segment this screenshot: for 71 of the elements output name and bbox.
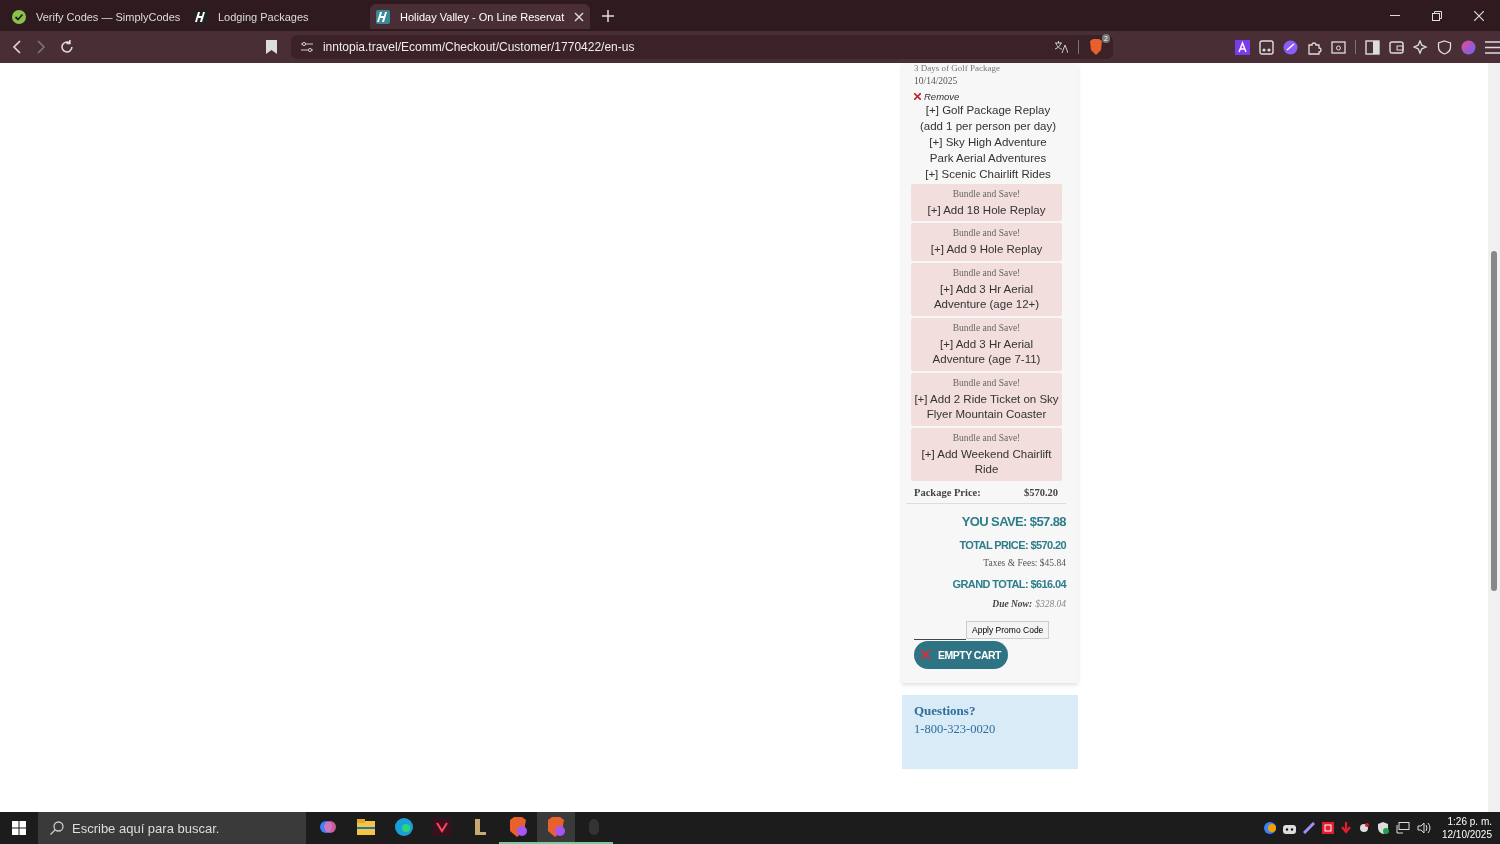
- close-icon: [914, 93, 921, 100]
- add-on-link[interactable]: [+] Sky High Adventure Park Aerial Adventures: [914, 135, 1066, 166]
- package-price-label: Package Price:: [914, 486, 981, 498]
- close-icon[interactable]: [574, 11, 585, 22]
- you-save-amount: YOU SAVE: $57.88: [960, 513, 1066, 529]
- reload-icon[interactable]: [59, 40, 74, 54]
- bundle-label: Bundle and Save!: [952, 376, 1021, 389]
- remove-link[interactable]: Remove: [914, 91, 1066, 102]
- apply-promo-button[interactable]: Apply Promo Code: [966, 620, 1050, 639]
- grand-total: GRAND TOTAL: $616.04: [951, 577, 1066, 590]
- bundle-label: Bundle and Save!: [952, 321, 1021, 334]
- due-now-label: Due Now:: [992, 598, 1033, 609]
- wallet-icon[interactable]: [1389, 39, 1404, 55]
- browser-tab[interactable]: Lodging Packages: [188, 4, 370, 29]
- add-on-link[interactable]: [+] Add 9 Hole Replay: [930, 242, 1043, 258]
- window-search-icon[interactable]: [1331, 39, 1346, 55]
- browser-tab[interactable]: Holiday Valley - On Line Reservat: [370, 4, 591, 29]
- check-icon: [12, 9, 26, 24]
- network-icon[interactable]: [1395, 822, 1410, 834]
- sidebar-icon[interactable]: [1365, 39, 1380, 55]
- browser-icon[interactable]: [537, 812, 575, 844]
- add-on-link[interactable]: [+] Add 3 Hr Aerial Adventure (age 7-11): [914, 336, 1059, 368]
- bundle-label: Bundle and Save!: [952, 187, 1021, 200]
- bundle-label: Bundle and Save!: [952, 266, 1021, 279]
- add-on-link[interactable]: [+] Add 18 Hole Replay: [927, 202, 1046, 218]
- empty-cart-button[interactable]: EMPTY CART: [914, 640, 1008, 669]
- puzzle-icon[interactable]: [1307, 39, 1322, 55]
- letter-a-icon[interactable]: [1235, 39, 1250, 55]
- sparkle-icon[interactable]: [1413, 39, 1428, 55]
- package-date: 10/14/2025: [914, 76, 959, 86]
- windows-logo-icon[interactable]: [12, 821, 26, 835]
- close-icon[interactable]: [1474, 10, 1484, 21]
- add-on-link[interactable]: [+] Scenic Chairlift Rides: [914, 167, 1066, 183]
- add-on-link[interactable]: [+] Add 3 Hr Aerial Adventure (age 12+): [914, 281, 1059, 313]
- h-logo-icon: [194, 9, 208, 24]
- bundle-label: Bundle and Save!: [952, 431, 1021, 444]
- back-icon[interactable]: [12, 40, 22, 54]
- glasses-icon[interactable]: [1259, 39, 1274, 55]
- close-icon: [920, 650, 930, 659]
- phone-link[interactable]: 1-800-323-0020: [914, 721, 996, 736]
- total-price: TOTAL PRICE: $570.20: [958, 538, 1066, 551]
- download-arrow-icon[interactable]: [1340, 822, 1351, 834]
- add-on-link[interactable]: [+] Golf Package Replay (add 1 per person per day): [914, 103, 1066, 134]
- gradient-circle-icon[interactable]: [1461, 39, 1476, 55]
- search-icon: [50, 821, 64, 835]
- restore-icon[interactable]: [1432, 10, 1442, 21]
- site-settings-icon[interactable]: [300, 42, 313, 52]
- shield-check-icon[interactable]: [1376, 822, 1389, 834]
- package-name: 3 Days of Golf Package: [914, 63, 1001, 73]
- new-tab-icon[interactable]: [602, 9, 615, 22]
- due-now-amount: $328.04: [1035, 598, 1066, 609]
- package-price: $570.20: [1023, 486, 1058, 498]
- questions-title: Questions?: [914, 702, 977, 719]
- add-on-link[interactable]: [+] Add 2 Ride Ticket on Sky Flyer Mountain Coaster: [914, 391, 1059, 423]
- bookmark-icon[interactable]: [266, 40, 277, 54]
- taskbar-search-field[interactable]: Escribe aquí para buscar.: [38, 812, 306, 844]
- clock-date[interactable]: 12/10/2025: [1441, 828, 1492, 841]
- browser-tab[interactable]: Verify Codes — SimplyCodes: [6, 4, 188, 29]
- clock-time[interactable]: 1:26 p. m.: [1447, 815, 1492, 828]
- shield-icon[interactable]: [1437, 39, 1452, 55]
- taxes-and-fees: Taxes & Fees: $45.84: [982, 557, 1066, 568]
- bundle-label: Bundle and Save!: [952, 227, 1021, 239]
- forward-icon[interactable]: [35, 40, 46, 54]
- menu-icon[interactable]: [1485, 40, 1500, 54]
- app-tray-icon[interactable]: [1321, 822, 1334, 834]
- speaker-icon[interactable]: [1416, 822, 1431, 834]
- minimize-icon[interactable]: [1390, 14, 1400, 17]
- feather-icon[interactable]: [1302, 822, 1315, 834]
- h-logo-icon: [376, 9, 390, 24]
- add-on-link[interactable]: [+] Add Weekend Chairlift Ride: [914, 446, 1059, 478]
- translate-icon[interactable]: [1054, 41, 1068, 53]
